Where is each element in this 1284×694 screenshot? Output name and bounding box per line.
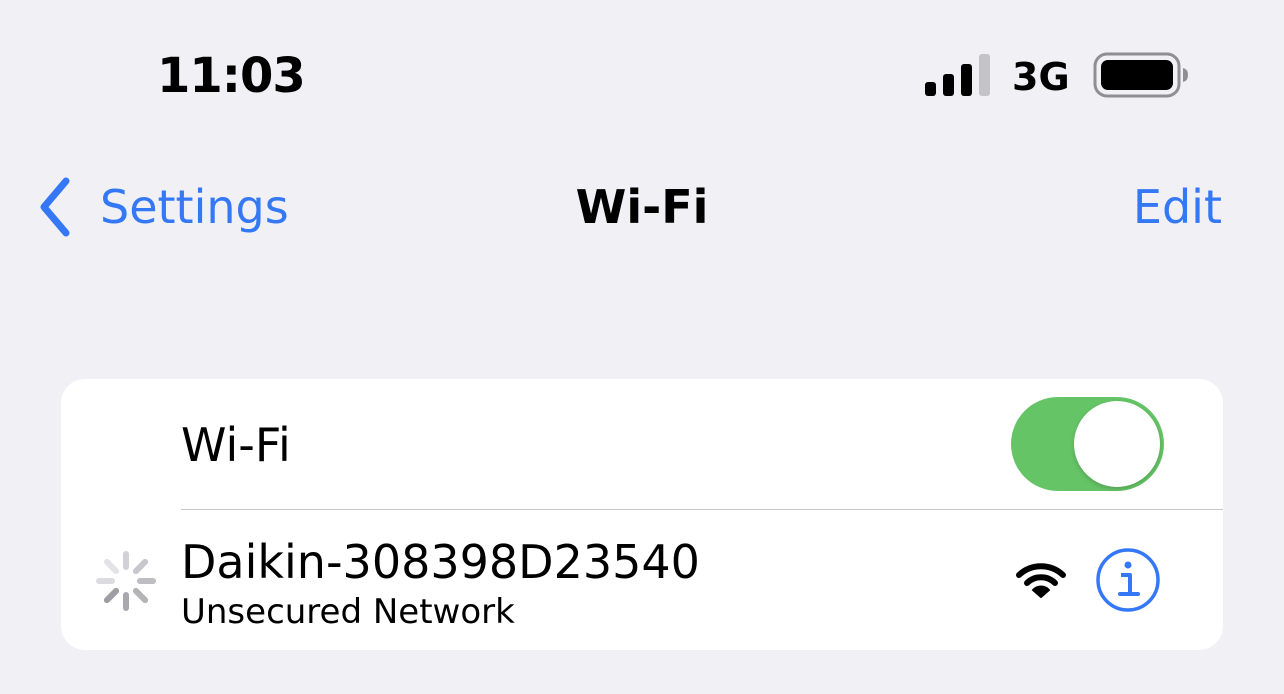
info-icon[interactable]: [1095, 547, 1161, 613]
wifi-toggle-row: Wi-Fi: [61, 379, 1223, 509]
wifi-toggle-label: Wi-Fi: [181, 418, 291, 472]
back-button[interactable]: Settings: [36, 175, 289, 239]
loading-spinner-icon: [96, 551, 156, 611]
edit-button[interactable]: Edit: [1133, 175, 1222, 239]
toggle-knob: [1074, 401, 1160, 487]
cellular-signal-icon: [925, 54, 990, 96]
network-name: Daikin-308398D23540: [181, 535, 700, 589]
wifi-settings-card: Wi-Fi Daikin-308398D23540 Unsecured Netw…: [61, 379, 1223, 650]
status-time: 11:03: [157, 48, 306, 104]
wifi-signal-icon: [1016, 563, 1066, 598]
network-type-label: 3G: [1012, 55, 1070, 99]
back-label: Settings: [100, 180, 289, 234]
network-row[interactable]: Daikin-308398D23540 Unsecured Network: [61, 510, 1223, 650]
network-security-label: Unsecured Network: [181, 592, 515, 632]
wifi-toggle-switch[interactable]: [1011, 397, 1164, 491]
battery-icon: [1093, 52, 1188, 98]
chevron-left-icon: [40, 177, 70, 237]
